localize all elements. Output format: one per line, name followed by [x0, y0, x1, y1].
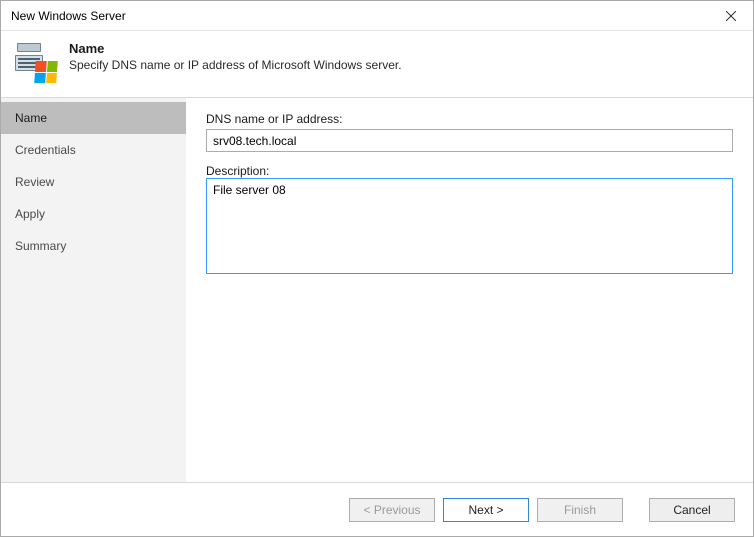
- finish-button[interactable]: Finish: [537, 498, 623, 522]
- close-button[interactable]: [708, 1, 753, 31]
- dns-input[interactable]: [206, 129, 733, 152]
- step-summary[interactable]: Summary: [1, 230, 186, 262]
- wizard-body: Name Credentials Review Apply Summary DN…: [1, 97, 753, 482]
- description-label: Description:: [206, 164, 269, 178]
- dns-label: DNS name or IP address:: [206, 112, 733, 126]
- step-apply[interactable]: Apply: [1, 198, 186, 230]
- previous-button[interactable]: < Previous: [349, 498, 435, 522]
- description-input[interactable]: [206, 178, 733, 274]
- wizard-steps-sidebar: Name Credentials Review Apply Summary: [1, 98, 186, 482]
- window-title: New Windows Server: [11, 9, 708, 23]
- page-subheading: Specify DNS name or IP address of Micros…: [69, 58, 402, 72]
- titlebar: New Windows Server: [1, 1, 753, 31]
- step-review[interactable]: Review: [1, 166, 186, 198]
- wizard-main-panel: DNS name or IP address: Description:: [186, 98, 753, 482]
- step-credentials[interactable]: Credentials: [1, 134, 186, 166]
- wizard-header: Name Specify DNS name or IP address of M…: [1, 31, 753, 97]
- close-icon: [726, 11, 736, 21]
- next-button[interactable]: Next >: [443, 498, 529, 522]
- cancel-button[interactable]: Cancel: [649, 498, 735, 522]
- wizard-footer: < Previous Next > Finish Cancel: [1, 482, 753, 536]
- step-name[interactable]: Name: [1, 102, 186, 134]
- windows-logo-icon: [34, 61, 58, 83]
- page-heading: Name: [69, 41, 402, 56]
- dialog-window: New Windows Server Name Specify DNS name…: [0, 0, 754, 537]
- server-windows-icon: [15, 41, 55, 81]
